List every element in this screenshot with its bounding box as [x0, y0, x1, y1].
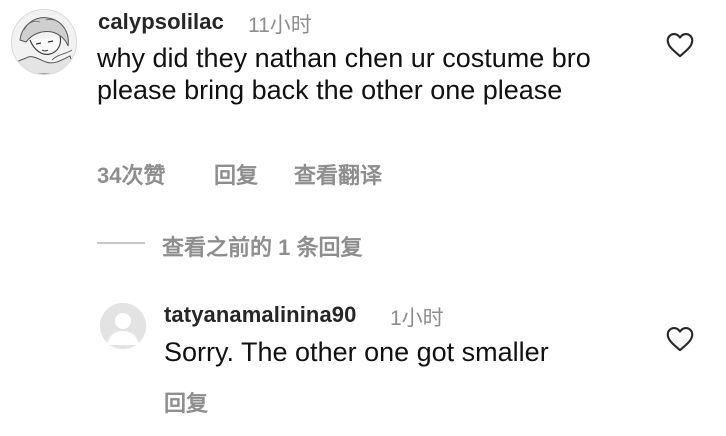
reply-reply-button[interactable]: 回复: [164, 386, 208, 418]
reply-like-heart-icon[interactable]: [666, 326, 694, 352]
like-heart-icon[interactable]: [666, 32, 694, 58]
reply-user-avatar[interactable]: [100, 303, 146, 349]
comment-time: 11小时: [248, 14, 312, 37]
see-translation-button[interactable]: 查看翻译: [294, 158, 382, 190]
user-avatar[interactable]: [11, 9, 77, 75]
reply-username[interactable]: tatyanamalinina90: [164, 302, 356, 328]
comment-text: why did they nathan chen ur costume bro …: [97, 43, 591, 105]
reply-time: 1小时: [390, 307, 444, 330]
view-previous-replies-button[interactable]: 查看之前的 1 条回复: [162, 230, 362, 262]
replies-divider: [97, 242, 145, 244]
comment-reply-button[interactable]: 回复: [214, 158, 258, 190]
comment-like-count[interactable]: 34次赞: [97, 158, 165, 190]
anime-sketch-avatar-icon: [12, 10, 76, 74]
default-user-avatar-icon: [100, 303, 146, 349]
comment-username[interactable]: calypsolilac: [98, 9, 224, 35]
reply-text: Sorry. The other one got smaller: [164, 337, 549, 367]
